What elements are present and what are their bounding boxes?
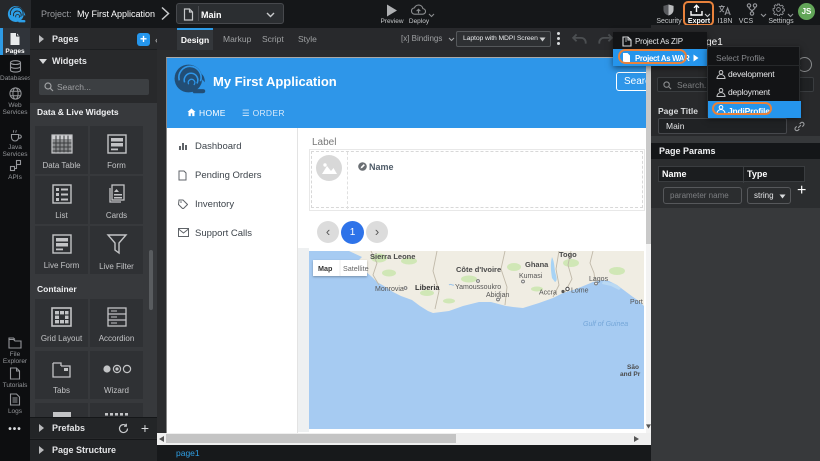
svg-text:Port: Port: [630, 299, 643, 306]
svg-text:Liberia: Liberia: [415, 283, 440, 292]
svg-text:Map: Map: [318, 264, 333, 273]
svg-text:Satellite: Satellite: [343, 264, 369, 273]
svg-text:Gulf of Guinea: Gulf of Guinea: [583, 321, 628, 328]
svg-text:Yamoussoukro: Yamoussoukro: [455, 284, 501, 291]
svg-text:Togo: Togo: [559, 251, 577, 259]
svg-text:São: São: [627, 364, 639, 371]
svg-text:Lagos: Lagos: [589, 276, 609, 283]
svg-text:Monrovia: Monrovia: [375, 286, 404, 293]
svg-text:Accra: Accra: [539, 290, 557, 297]
svg-text:Côte d'Ivoire: Côte d'Ivoire: [456, 265, 501, 274]
svg-text:Lome: Lome: [571, 288, 589, 295]
svg-text:Sierra Leone: Sierra Leone: [370, 252, 415, 261]
svg-text:and Pr: and Pr: [620, 371, 641, 378]
svg-text:Kumasi: Kumasi: [519, 273, 543, 280]
svg-text:Ghana: Ghana: [525, 260, 549, 269]
